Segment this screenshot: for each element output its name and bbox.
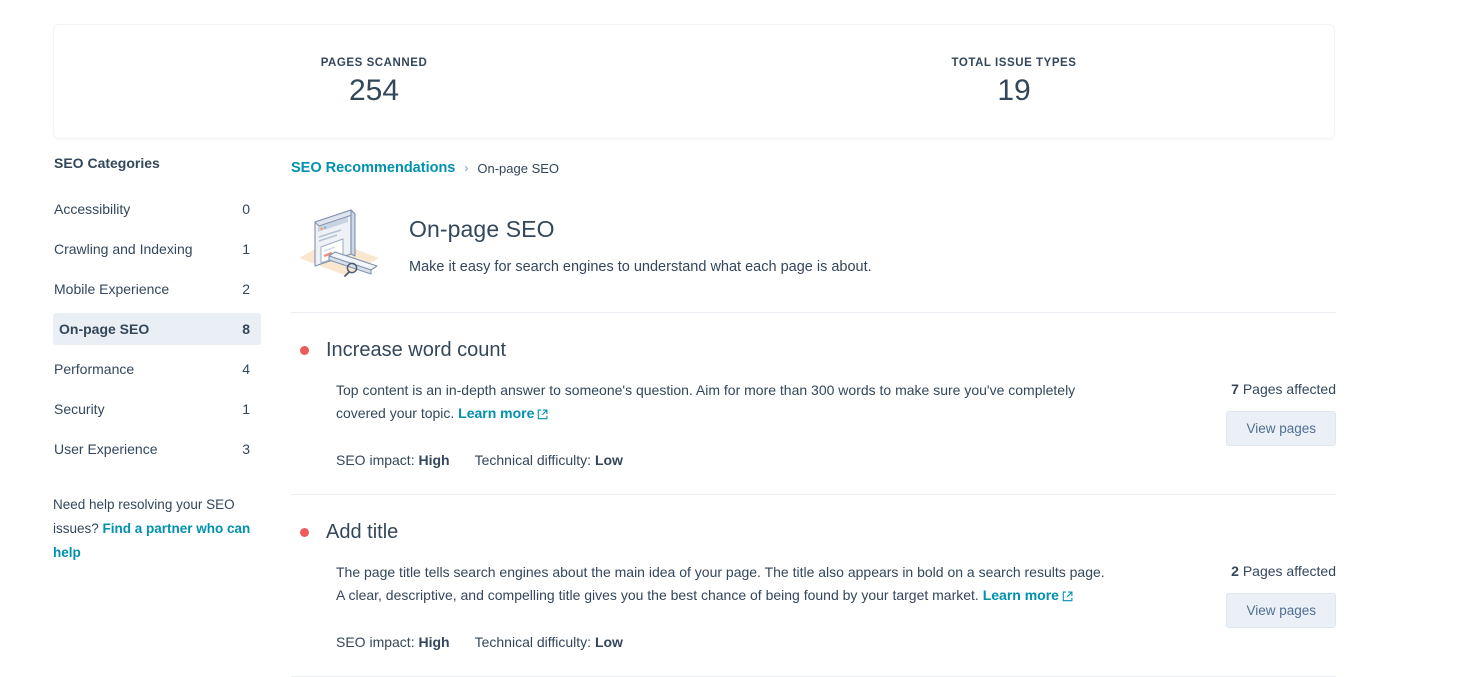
page-title: On-page SEO — [409, 216, 555, 242]
issue-meta: SEO impact: High Technical difficulty: L… — [336, 452, 1106, 468]
issue-main: Add title The page title tells search en… — [291, 521, 1136, 650]
sidebar-item-accessibility[interactable]: Accessibility 0 — [53, 193, 261, 225]
breadcrumb-link-seo-recommendations[interactable]: SEO Recommendations — [291, 160, 455, 176]
sidebar-item-count: 8 — [242, 321, 250, 337]
issue-meta: SEO impact: High Technical difficulty: L… — [336, 634, 1106, 650]
sidebar-item-label: On-page SEO — [59, 321, 150, 337]
sidebar-help-text: Need help resolving your SEO issues? Fin… — [53, 493, 258, 565]
sidebar-item-user-experience[interactable]: User Experience 3 — [53, 433, 261, 465]
chevron-right-icon: › — [464, 161, 469, 175]
learn-more-label: Learn more — [982, 587, 1059, 603]
stat-label: TOTAL ISSUE TYPES — [951, 57, 1077, 69]
issue-description-text: Top content is an in-depth answer to som… — [336, 382, 1076, 421]
sidebar-item-count: 1 — [242, 401, 250, 417]
sidebar-item-label: Crawling and Indexing — [54, 241, 193, 257]
sidebar-item-label: Accessibility — [54, 201, 131, 217]
sidebar-title: SEO Categories — [54, 155, 160, 171]
sidebar-item-count: 2 — [242, 281, 250, 297]
issue-side: 7 Pages affected View pages — [1136, 339, 1336, 468]
sidebar-item-crawling-and-indexing[interactable]: Crawling and Indexing 1 — [53, 233, 261, 265]
seo-categories-sidebar: SEO Categories Accessibility 0 Crawling … — [53, 155, 261, 565]
page-header: On-page SEO Make it easy for search engi… — [291, 204, 1336, 313]
issue-row-increase-word-count: Increase word count Top content is an in… — [291, 313, 1336, 495]
issue-title: Increase word count — [326, 339, 507, 361]
learn-more-label: Learn more — [458, 405, 535, 421]
issue-title-row: Add title — [291, 521, 1106, 544]
technical-difficulty: Technical difficulty: Low — [475, 634, 623, 650]
pages-affected-label: Pages affected — [1238, 381, 1336, 397]
main-content: SEO Recommendations › On-page SEO On-pag… — [291, 160, 1336, 677]
pages-affected: 7 Pages affected — [1136, 381, 1336, 397]
technical-difficulty: Technical difficulty: Low — [475, 452, 623, 468]
technical-difficulty-label: Technical difficulty: — [474, 452, 592, 468]
seo-impact-label: SEO impact: — [336, 634, 415, 650]
sidebar-item-count: 0 — [242, 201, 250, 217]
issue-description: Top content is an in-depth answer to som… — [336, 379, 1106, 427]
sidebar-item-performance[interactable]: Performance 4 — [53, 353, 261, 385]
stat-value: 19 — [997, 74, 1031, 107]
sidebar-item-on-page-seo[interactable]: On-page SEO 8 — [53, 313, 261, 345]
stat-label: PAGES SCANNED — [320, 57, 428, 69]
page-subtitle: Make it easy for search engines to under… — [409, 259, 872, 275]
breadcrumb: SEO Recommendations › On-page SEO — [291, 160, 1336, 176]
sidebar-item-mobile-experience[interactable]: Mobile Experience 2 — [53, 273, 261, 305]
page-header-text: On-page SEO Make it easy for search engi… — [409, 204, 872, 275]
status-dot-icon — [300, 346, 309, 355]
learn-more-link[interactable]: Learn more — [983, 587, 1073, 603]
issue-title-row: Increase word count — [291, 339, 1106, 362]
technical-difficulty-value: Low — [594, 634, 623, 650]
issue-side: 2 Pages affected View pages — [1136, 521, 1336, 650]
summary-stats-card: PAGES SCANNED 254 TOTAL ISSUE TYPES 19 — [53, 24, 1335, 139]
seo-impact-label: SEO impact: — [336, 452, 415, 468]
stat-pages-scanned: PAGES SCANNED 254 — [54, 57, 694, 106]
external-link-icon — [1062, 586, 1073, 609]
issue-row-add-title: Add title The page title tells search en… — [291, 495, 1336, 677]
external-link-icon — [537, 404, 548, 427]
technical-difficulty-label: Technical difficulty: — [474, 634, 592, 650]
sidebar-item-label: User Experience — [54, 441, 158, 457]
stat-value: 254 — [348, 74, 400, 107]
issue-title: Add title — [326, 521, 399, 543]
technical-difficulty-value: Low — [594, 452, 623, 468]
browser-magnifier-illustration-icon — [291, 206, 387, 282]
status-dot-icon — [300, 528, 309, 537]
sidebar-item-count: 1 — [242, 241, 250, 257]
issue-main: Increase word count Top content is an in… — [291, 339, 1136, 468]
pages-affected-count: 2 — [1231, 563, 1239, 579]
view-pages-button[interactable]: View pages — [1226, 593, 1336, 628]
sidebar-item-label: Performance — [54, 361, 135, 377]
seo-impact: SEO impact: High — [336, 634, 450, 650]
pages-affected-count: 7 — [1231, 381, 1239, 397]
sidebar-item-count: 4 — [242, 361, 250, 377]
sidebar-item-security[interactable]: Security 1 — [53, 393, 261, 425]
learn-more-link[interactable]: Learn more — [458, 405, 548, 421]
sidebar-item-label: Mobile Experience — [54, 281, 170, 297]
pages-affected: 2 Pages affected — [1136, 563, 1336, 579]
seo-impact: SEO impact: High — [336, 452, 450, 468]
sidebar-item-count: 3 — [242, 441, 250, 457]
stat-total-issue-types: TOTAL ISSUE TYPES 19 — [694, 57, 1334, 106]
seo-impact-value: High — [418, 634, 450, 650]
issue-description: The page title tells search engines abou… — [336, 561, 1106, 609]
sidebar-item-label: Security — [54, 401, 105, 417]
pages-affected-label: Pages affected — [1238, 563, 1336, 579]
breadcrumb-current: On-page SEO — [477, 160, 560, 176]
seo-impact-value: High — [418, 452, 450, 468]
view-pages-button[interactable]: View pages — [1226, 411, 1336, 446]
